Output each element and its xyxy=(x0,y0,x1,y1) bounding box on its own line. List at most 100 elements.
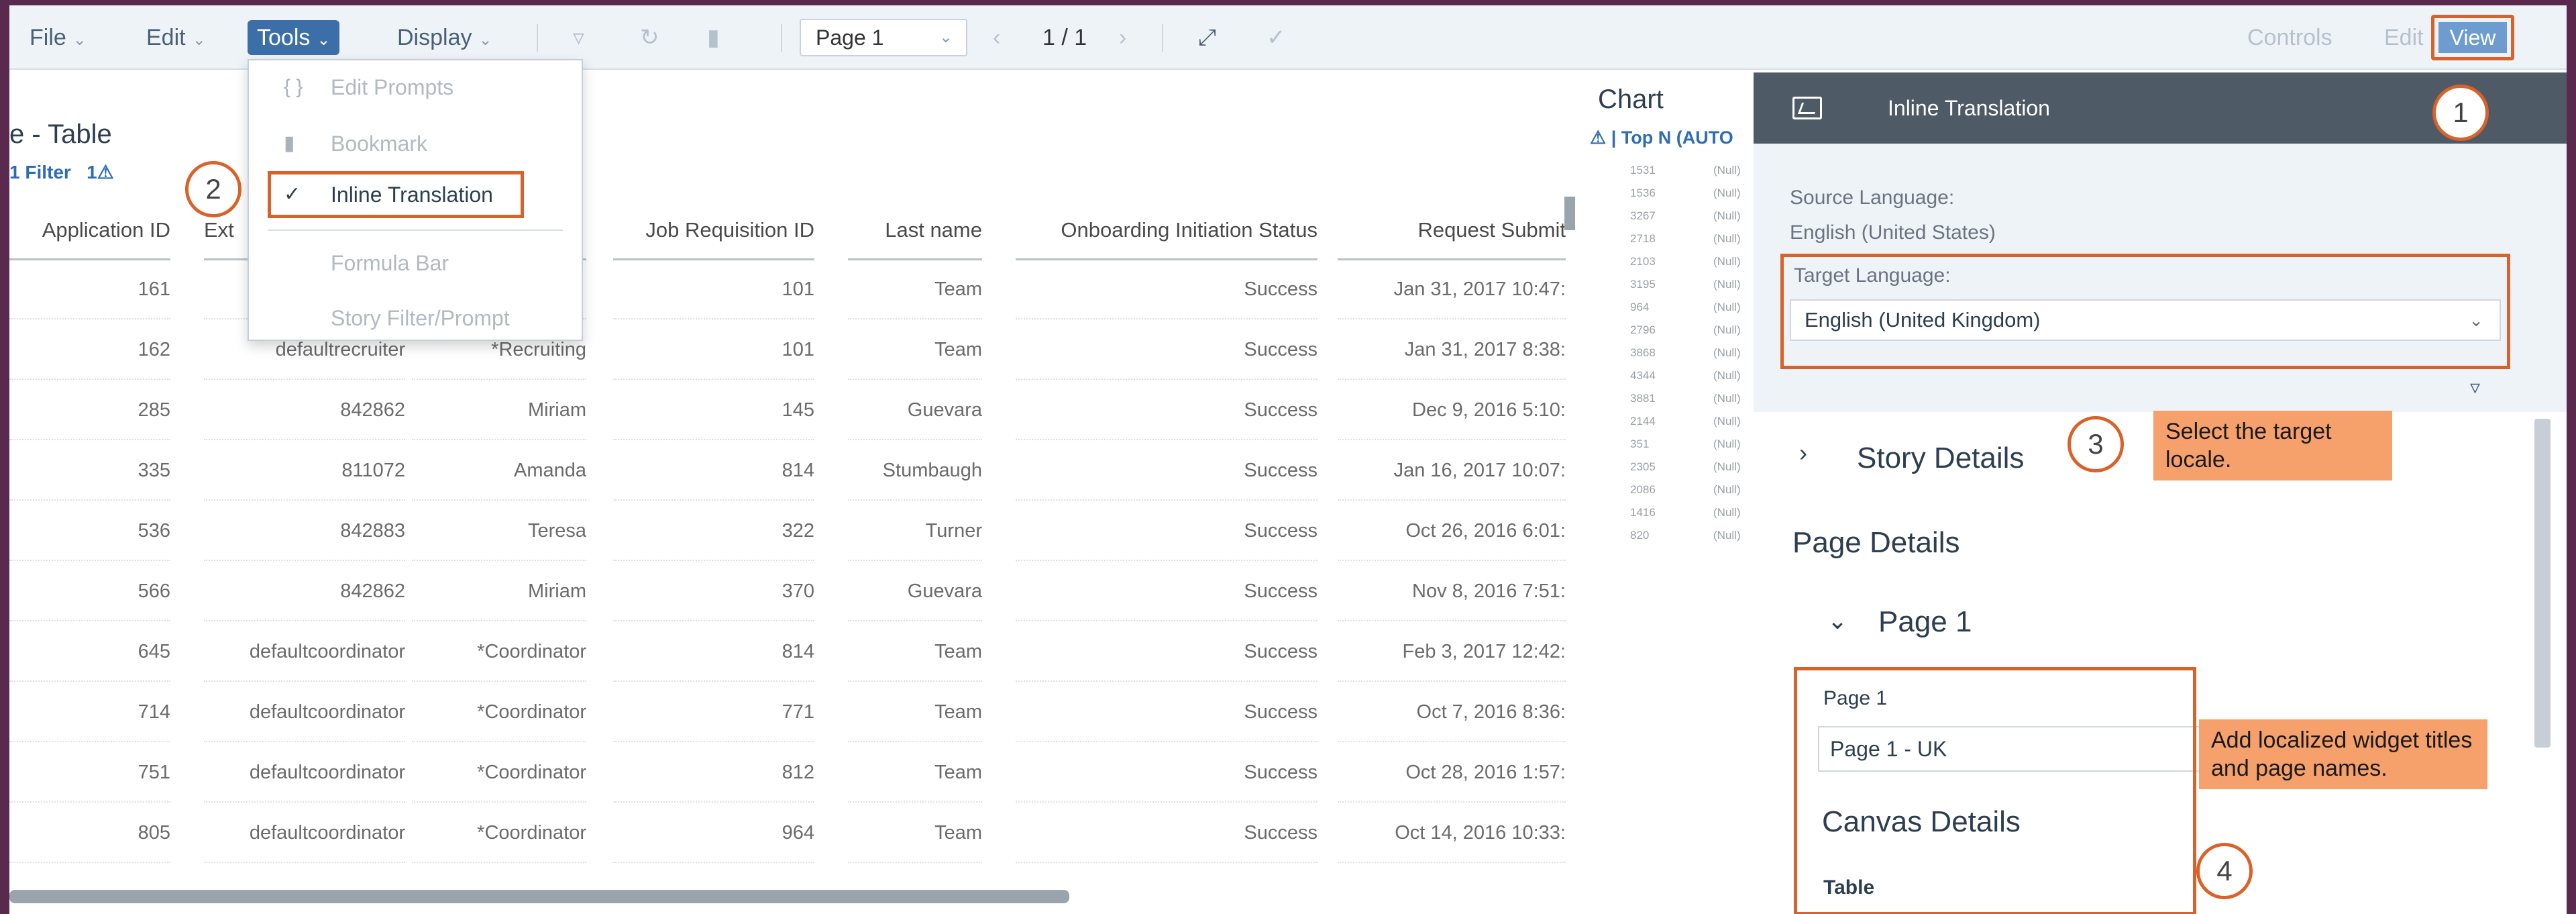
chart-value-label: 2796 xyxy=(1630,323,1656,336)
table-row[interactable]: 335 811072 Amanda 814 Stumbaugh Success Jan 16… xyxy=(9,440,1566,501)
column-header[interactable]: Application ID xyxy=(9,207,170,260)
table-cell: Success xyxy=(1016,803,1318,863)
table-cell: defaultcoordinator xyxy=(204,803,405,863)
table-cell: 771 xyxy=(613,682,814,742)
callout-number-1: 1 xyxy=(2432,85,2489,141)
view-mode-label: View xyxy=(2438,22,2507,53)
column-header[interactable]: Request Submit xyxy=(1338,207,1566,260)
chart-value-label: 4344 xyxy=(1630,369,1656,382)
chart-null-label: (Null) xyxy=(1713,232,1741,245)
menu-item-story-filter[interactable]: Story Filter/Prompt xyxy=(249,291,582,345)
display-menu[interactable]: Display ⌄ xyxy=(388,20,502,55)
bookmark-icon[interactable]: ▮ xyxy=(698,20,729,55)
table-cell: Success xyxy=(1016,440,1318,501)
chevron-right-icon[interactable]: › xyxy=(1799,439,1807,467)
menu-item-label: Edit Prompts xyxy=(331,75,454,99)
filter-extra: 1 xyxy=(87,162,97,183)
edit-menu-label: Edit xyxy=(146,25,186,50)
table-cell: 814 xyxy=(613,440,814,501)
table-cell: Teresa xyxy=(412,501,586,561)
table-cell: *Coordinator xyxy=(412,742,586,803)
check-circle-icon[interactable]: ✓ xyxy=(1257,20,1295,55)
table-cell: Success xyxy=(1016,561,1318,621)
chevron-down-icon: ⌄ xyxy=(478,31,492,49)
app-window: File ⌄ Edit ⌄ Tools ⌄ Display ⌄ ▿ ↻ ▮ Page 1… xyxy=(0,0,2576,914)
table-row[interactable]: 714 defaultcoordinator *Coordinator 771 Team… xyxy=(9,682,1566,742)
chevron-down-icon: ⌄ xyxy=(938,28,953,46)
table-cell: 101 xyxy=(613,319,814,380)
table-cell: 536 xyxy=(9,501,170,561)
controls-button[interactable]: Controls xyxy=(2238,20,2342,55)
table-cell: 842883 xyxy=(204,501,405,561)
view-mode-button[interactable]: View xyxy=(2431,15,2514,60)
table-cell: 162 xyxy=(9,319,170,380)
fullscreen-icon[interactable]: ⤢ xyxy=(1189,20,1226,55)
refresh-icon[interactable]: ↻ xyxy=(631,20,669,55)
page-details-heading: Page Details xyxy=(1792,526,1960,559)
page-select[interactable]: Page 1 ⌄ xyxy=(800,19,967,56)
chart-title: Chart xyxy=(1598,85,1664,114)
column-header[interactable]: Onboarding Initiation Status xyxy=(1016,207,1318,260)
table-row[interactable]: 536 842883 Teresa 322 Turner Success Oct 26, 2… xyxy=(9,501,1566,561)
topn-filter[interactable]: ⚠ | Top N (AUTO xyxy=(1590,128,1733,148)
table-horizontal-scrollbar[interactable] xyxy=(9,890,1069,903)
column-header[interactable]: Last name xyxy=(848,207,982,260)
chart-null-label: (Null) xyxy=(1713,323,1741,336)
table-vertical-scrollbar[interactable] xyxy=(1564,197,1575,230)
table-cell: Team xyxy=(848,621,982,682)
table-cell: Success xyxy=(1016,621,1318,682)
table-row[interactable]: 285 842862 Miriam 145 Guevara Success Dec 9, 2… xyxy=(9,380,1566,440)
chart-value-label: 964 xyxy=(1630,301,1650,313)
table-cell: Team xyxy=(848,742,982,803)
table-cell: *Coordinator xyxy=(412,621,586,682)
toolbar-divider xyxy=(781,24,782,52)
table-cell: defaultcoordinator xyxy=(204,742,405,803)
table-row[interactable]: 751 defaultcoordinator *Coordinator 812 Team… xyxy=(9,742,1566,803)
filter-bar[interactable]: 1 Filter 1⚠ xyxy=(9,161,114,183)
column-header[interactable]: Job Requisition ID xyxy=(613,207,814,260)
page-section-toggle[interactable]: Page 1 xyxy=(1878,605,1972,639)
table-cell: Oct 26, 2016 6:01: xyxy=(1338,501,1566,561)
tools-menu[interactable]: Tools ⌄ xyxy=(248,20,340,55)
menu-item-bookmark[interactable]: ▮ Bookmark xyxy=(249,117,582,170)
chart-null-label: (Null) xyxy=(1713,483,1741,496)
table-row[interactable]: 645 defaultcoordinator *Coordinator 814 Team… xyxy=(9,621,1566,682)
table-row[interactable]: 161 101 Team Success Jan 31, 2017 10:47: xyxy=(9,259,1566,319)
tools-menu-label: Tools xyxy=(257,25,311,50)
table-cell: Stumbaugh xyxy=(848,440,982,501)
table-row[interactable]: 566 842862 Miriam 370 Guevara Success Nov 8, 2… xyxy=(9,561,1566,621)
menu-item-edit-prompts[interactable]: { } Edit Prompts xyxy=(249,60,582,114)
story-details-section[interactable]: Story Details xyxy=(1857,442,2024,475)
table-row[interactable]: 162 defaultrecruiter *Recruiting 101 Team Suc… xyxy=(9,319,1566,380)
previous-page-icon[interactable]: ‹ xyxy=(983,20,1010,55)
table-cell: 322 xyxy=(613,501,814,561)
table-cell: 814 xyxy=(613,621,814,682)
callout-note-4: Add localized widget titles and page nam… xyxy=(2199,719,2487,789)
chevron-down-icon[interactable]: ⌄ xyxy=(1827,607,1847,635)
table-cell: Jan 31, 2017 8:38: xyxy=(1338,319,1566,380)
table-row[interactable]: 805 defaultcoordinator *Coordinator 964 Team… xyxy=(9,803,1566,863)
file-menu[interactable]: File ⌄ xyxy=(20,20,96,55)
chart-null-label: (Null) xyxy=(1713,506,1741,519)
table-cell: Jan 31, 2017 10:47: xyxy=(1338,259,1566,319)
table-cell: Guevara xyxy=(848,380,982,440)
filter-icon[interactable]: ▿ xyxy=(2470,376,2480,399)
chart-value-label: 351 xyxy=(1630,438,1650,450)
table-cell: Success xyxy=(1016,259,1318,319)
panel-scrollbar[interactable] xyxy=(2534,419,2551,748)
table-cell: 842862 xyxy=(204,561,405,621)
table-cell: 811072 xyxy=(204,440,405,501)
menu-item-label: Bookmark xyxy=(331,132,428,156)
tools-dropdown-menu: { } Edit Prompts ▮ Bookmark ✓ Inline Transl… xyxy=(248,59,583,341)
next-page-icon[interactable]: › xyxy=(1110,20,1136,55)
callout-number-3: 3 xyxy=(2068,416,2124,472)
page-select-value: Page 1 xyxy=(816,26,884,50)
warning-icon: ⚠ xyxy=(97,162,114,183)
table-cell: 964 xyxy=(613,803,814,863)
edit-menu[interactable]: Edit ⌄ xyxy=(137,20,215,55)
filter-icon[interactable]: ▿ xyxy=(564,20,594,55)
edit-mode-button[interactable]: Edit xyxy=(2375,20,2433,55)
table-cell: 566 xyxy=(9,561,170,621)
menu-item-formula-bar[interactable]: Formula Bar xyxy=(249,236,582,290)
menu-item-label: Formula Bar xyxy=(331,251,449,275)
